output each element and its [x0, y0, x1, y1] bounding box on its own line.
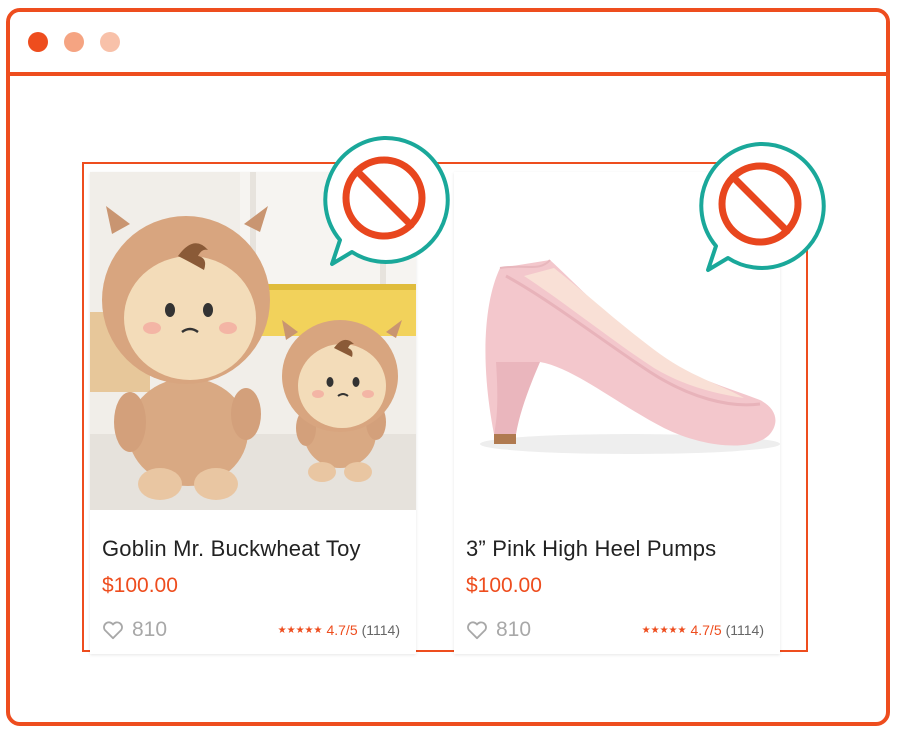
- review-count: (1114): [725, 622, 764, 638]
- prohibited-bubble-pumps: [699, 141, 826, 272]
- product-title[interactable]: 3” Pink High Heel Pumps: [466, 536, 716, 562]
- review-count: (1114): [361, 622, 400, 638]
- product-info-plush-toy: Goblin Mr. Buckwheat Toy $100.00 810 ★★★…: [90, 510, 416, 654]
- maximize-window-button[interactable]: [100, 32, 120, 52]
- rating-summary: ★★★★★ 4.7/5 (1114): [642, 622, 764, 638]
- window-titlebar: [10, 12, 886, 76]
- star-rating-icons: ★★★★★: [641, 624, 687, 636]
- like-count: 810: [132, 618, 168, 641]
- prohibited-bubble-toy: [323, 135, 450, 266]
- like-count: 810: [496, 618, 532, 641]
- product-info-pink-pumps: 3” Pink High Heel Pumps $100.00 810 ★★★★…: [454, 510, 780, 654]
- rating-summary: ★★★★★ 4.7/5 (1114): [278, 622, 400, 638]
- rating-score: 4.7/5: [690, 622, 722, 638]
- product-price: $100.00: [102, 574, 178, 597]
- close-window-button[interactable]: [28, 32, 48, 52]
- product-title[interactable]: Goblin Mr. Buckwheat Toy: [102, 536, 361, 562]
- star-rating-icons: ★★★★★: [277, 624, 323, 636]
- heart-icon[interactable]: [466, 620, 488, 640]
- rating-score: 4.7/5: [326, 622, 358, 638]
- product-price: $100.00: [466, 574, 542, 597]
- heart-icon[interactable]: [102, 620, 124, 640]
- minimize-window-button[interactable]: [64, 32, 84, 52]
- like-counter[interactable]: 810: [102, 618, 167, 642]
- like-counter[interactable]: 810: [466, 618, 531, 642]
